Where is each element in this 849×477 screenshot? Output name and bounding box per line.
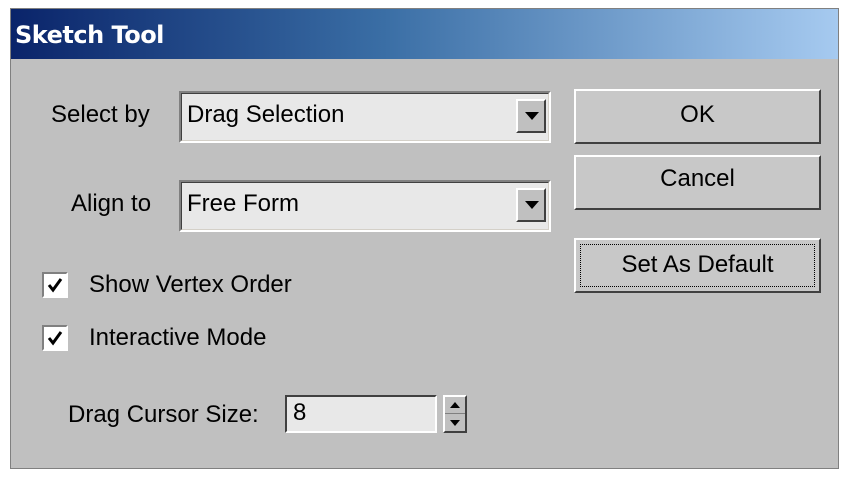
- window-title: Sketch Tool: [15, 21, 164, 49]
- chevron-down-icon: [525, 112, 539, 120]
- check-icon: [47, 278, 63, 293]
- title-bar[interactable]: Sketch Tool: [11, 9, 838, 59]
- select-by-label: Select by: [51, 101, 150, 128]
- interactive-mode-label[interactable]: Interactive Mode: [89, 324, 266, 352]
- ok-button-label: OK: [680, 101, 715, 128]
- triangle-up-icon: [450, 402, 460, 408]
- align-to-label: Align to: [71, 190, 152, 217]
- triangle-down-icon: [450, 420, 460, 426]
- check-icon: [47, 331, 63, 346]
- drag-cursor-size-value: 8: [293, 399, 307, 426]
- set-as-default-button-label: Set As Default: [621, 251, 774, 278]
- drag-cursor-size-spinner[interactable]: [443, 395, 467, 433]
- show-vertex-order-label[interactable]: Show Vertex Order: [89, 271, 292, 299]
- chevron-down-icon: [525, 201, 539, 209]
- cancel-button-label: Cancel: [660, 165, 735, 192]
- select-by-dropdown-button[interactable]: [516, 99, 546, 133]
- align-to-dropdown[interactable]: Free Form: [179, 180, 551, 232]
- align-to-dropdown-button[interactable]: [516, 188, 546, 222]
- ok-button[interactable]: OK: [574, 89, 821, 144]
- focus-ring: Set As Default: [580, 244, 815, 287]
- sketch-tool-dialog: Sketch Tool Select by Drag Selection Ali…: [10, 8, 839, 469]
- align-to-value: Free Form: [187, 190, 300, 217]
- spin-down-button[interactable]: [445, 415, 465, 431]
- show-vertex-order-checkbox[interactable]: [42, 272, 68, 298]
- cancel-button[interactable]: Cancel: [574, 155, 821, 210]
- drag-cursor-size-input[interactable]: 8: [285, 395, 437, 433]
- interactive-mode-checkbox[interactable]: [42, 325, 68, 351]
- drag-cursor-size-label: Drag Cursor Size:: [68, 401, 259, 428]
- select-by-value: Drag Selection: [187, 101, 345, 128]
- set-as-default-button[interactable]: Set As Default: [574, 238, 821, 293]
- select-by-dropdown[interactable]: Drag Selection: [179, 91, 551, 143]
- spin-up-button[interactable]: [445, 397, 465, 414]
